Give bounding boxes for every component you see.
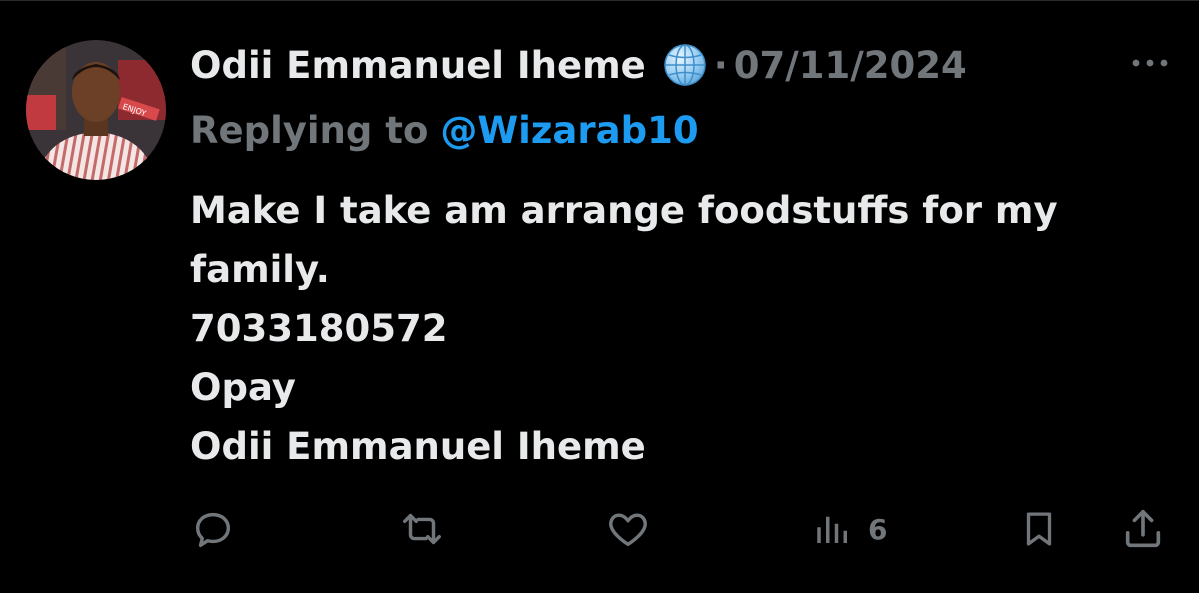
- avatar-photo: ENJOY: [26, 40, 166, 180]
- share-icon: [1120, 506, 1166, 552]
- replying-to: Replying to @Wizarab10: [190, 105, 699, 155]
- avatar[interactable]: ENJOY: [26, 40, 166, 180]
- views-count: 6: [868, 512, 888, 546]
- bookmark-button[interactable]: [1018, 501, 1060, 557]
- replying-to-handle[interactable]: @Wizarab10: [440, 109, 698, 152]
- replying-to-label: Replying to: [190, 108, 429, 152]
- tweet-text-line: Make I take am arrange foodstuffs for my: [190, 189, 1058, 232]
- globe-icon: [662, 42, 708, 88]
- tweet-date[interactable]: 07/11/2024: [734, 44, 967, 87]
- action-bar: 6: [0, 501, 1199, 557]
- tweet-text: Make I take am arrange foodstuffs for my…: [190, 181, 1170, 476]
- tweet[interactable]: ENJOY Odii Emmanuel Iheme · 07/11/2024 R…: [0, 0, 1199, 593]
- tweet-text-line: 7033180572: [190, 307, 448, 350]
- like-button[interactable]: [604, 501, 652, 557]
- tweet-text-line: family.: [190, 248, 330, 291]
- views-chart-icon: [812, 506, 854, 552]
- views-button[interactable]: 6: [812, 501, 887, 557]
- header-separator: ·: [713, 43, 728, 87]
- share-button[interactable]: [1120, 501, 1166, 557]
- bookmark-icon: [1018, 506, 1060, 552]
- tweet-text-line: Odii Emmanuel Iheme: [190, 425, 646, 468]
- retweet-icon: [398, 506, 446, 552]
- tweet-text-line: Opay: [190, 366, 296, 409]
- reply-icon: [190, 506, 236, 552]
- reply-button[interactable]: [190, 501, 236, 557]
- heart-icon: [604, 506, 652, 552]
- tweet-header: Odii Emmanuel Iheme · 07/11/2024: [190, 39, 967, 91]
- more-options-icon[interactable]: [1128, 49, 1172, 77]
- author-name[interactable]: Odii Emmanuel Iheme: [190, 44, 646, 87]
- retweet-button[interactable]: [398, 501, 446, 557]
